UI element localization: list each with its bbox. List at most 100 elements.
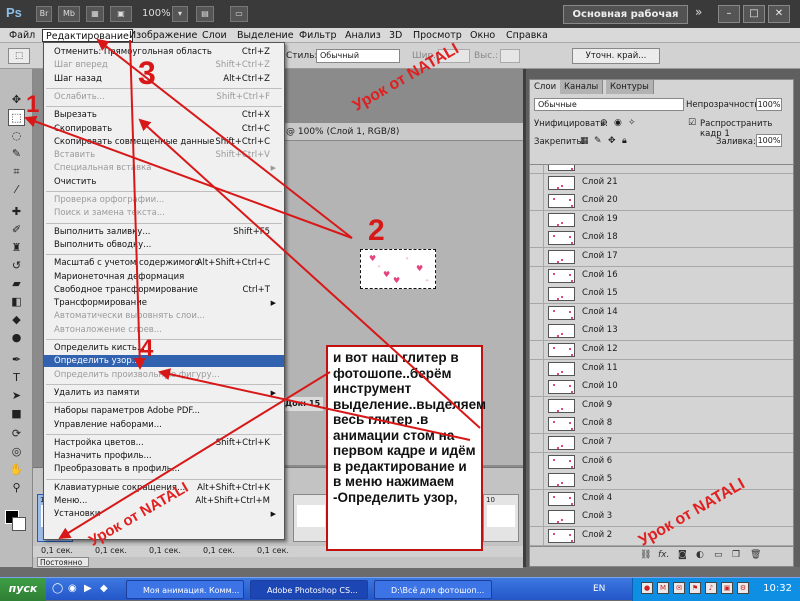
menu-help[interactable]: Справка — [503, 29, 551, 42]
menu-filter[interactable]: Фильтр — [296, 29, 340, 42]
visibility-eye-icon[interactable] — [530, 508, 544, 526]
visibility-eye-icon[interactable] — [530, 267, 544, 285]
tray-app-icon[interactable]: M — [657, 582, 669, 594]
unify-style-icon[interactable]: ✧ — [628, 118, 636, 128]
menu-file[interactable]: Файл — [6, 29, 38, 42]
history-brush-tool-icon[interactable]: ↺ — [8, 257, 25, 274]
lasso-tool-icon[interactable]: ◌ — [8, 127, 25, 144]
edit-menu-item[interactable]: Наборы параметров Adobe PDF... — [54, 405, 282, 417]
edit-menu-item[interactable]: Масштаб с учетом содержимогоAlt+Shift+Ct… — [54, 257, 282, 269]
edit-menu-item[interactable]: Назначить профиль... — [54, 450, 282, 462]
refine-edge-button[interactable]: Уточн. край... — [572, 48, 660, 64]
edit-menu-item[interactable]: Проверка орфографии... — [54, 194, 282, 206]
maximize-button[interactable]: □ — [743, 5, 765, 23]
visibility-eye-icon[interactable] — [530, 378, 544, 396]
firefox-icon[interactable]: ◉ — [68, 583, 77, 594]
quick-selection-tool-icon[interactable]: ✎ — [8, 145, 25, 162]
move-tool-icon[interactable]: ✥ — [8, 91, 25, 108]
zoom-tool-icon[interactable]: ⚲ — [8, 479, 25, 496]
layer-row[interactable]: Слой 7 — [530, 434, 793, 453]
edit-menu-item[interactable]: Автоматически выровнять слои... — [54, 310, 282, 322]
zoom-dropdown-icon[interactable]: ▾ — [172, 6, 188, 22]
more-workspaces-icon[interactable]: » — [695, 5, 702, 19]
path-selection-tool-icon[interactable]: ➤ — [8, 387, 25, 404]
lock-position-icon[interactable]: ✥ — [608, 136, 616, 146]
height-field[interactable] — [500, 49, 520, 63]
3d-camera-tool-icon[interactable]: ◎ — [8, 443, 25, 460]
tab-paths[interactable]: Контуры — [606, 80, 654, 94]
arrange-documents-icon[interactable]: ▤ — [196, 6, 214, 22]
visibility-eye-icon[interactable] — [530, 285, 544, 303]
visibility-eye-icon[interactable] — [530, 304, 544, 322]
lock-pixels-icon[interactable]: ✎ — [594, 136, 602, 146]
dodge-tool-icon[interactable]: ● — [8, 329, 25, 346]
menu-edit[interactable]: Редактирование — [42, 29, 133, 42]
menu-window[interactable]: Окно — [467, 29, 498, 42]
edit-menu-item[interactable]: Поиск и замена текста... — [54, 207, 282, 219]
visibility-eye-icon[interactable] — [530, 397, 544, 415]
layer-row[interactable]: Слой 15 — [530, 285, 793, 304]
layer-row[interactable]: Слой 12 — [530, 341, 793, 360]
edit-menu-item[interactable]: Специальная вставка▶ — [54, 162, 282, 174]
tray-app-icon[interactable]: ⚑ — [689, 582, 701, 594]
visibility-eye-icon[interactable] — [530, 322, 544, 340]
pen-tool-icon[interactable]: ✒ — [8, 351, 25, 368]
edit-menu-item[interactable]: ВырезатьCtrl+X — [54, 109, 282, 121]
edit-menu-item[interactable]: Скопировать совмещенные данныеShift+Ctrl… — [54, 136, 282, 148]
layer-style-icon[interactable]: fx. — [658, 550, 669, 560]
frame-delay[interactable]: 0,1 сек. — [95, 546, 127, 555]
marquee-preset-icon[interactable]: ⬚ — [8, 48, 30, 64]
frame-delay[interactable]: 0,1 сек. — [257, 546, 289, 555]
edit-menu-item[interactable]: Очистить — [54, 176, 282, 188]
layer-row[interactable]: Слой 10 — [530, 378, 793, 397]
layer-row[interactable]: Слой 8 — [530, 415, 793, 434]
edit-menu-item[interactable]: Отменить: Прямоугольная областьCtrl+Z — [54, 46, 282, 58]
rectangular-marquee-tool-icon[interactable]: ⬚ — [8, 109, 25, 126]
tray-app-icon[interactable]: ⚙ — [737, 582, 749, 594]
blend-mode-select[interactable]: Обычные — [534, 98, 684, 111]
frame-delay[interactable]: 0,1 сек. — [41, 546, 73, 555]
edit-menu-item[interactable]: Удалить из памяти▶ — [54, 387, 282, 399]
tray-app-icon[interactable]: ✉ — [673, 582, 685, 594]
visibility-eye-icon[interactable] — [530, 211, 544, 229]
workspace-switcher[interactable]: Основная рабочая среда — [563, 5, 688, 24]
zoom-level[interactable]: 100% — [142, 8, 171, 19]
healing-brush-tool-icon[interactable]: ✚ — [8, 203, 25, 220]
edit-menu-item[interactable]: Шаг впередShift+Ctrl+Z — [54, 59, 282, 71]
crop-tool-icon[interactable]: ⌗ — [8, 163, 25, 180]
opacity-field[interactable]: 100% — [756, 98, 782, 111]
tray-app-icon[interactable]: ● — [641, 582, 653, 594]
edit-menu-item[interactable]: Ослабить...Shift+Ctrl+F — [54, 91, 282, 103]
layer-row[interactable]: Слой 14 — [530, 304, 793, 323]
propagate-checkbox[interactable]: ☑ — [688, 118, 696, 128]
layer-row[interactable]: Слой 5 — [530, 471, 793, 490]
edit-menu-item[interactable]: Выполнить заливку...Shift+F5 — [54, 226, 282, 238]
animation-frame[interactable] — [293, 494, 329, 542]
edit-menu-item[interactable]: СкопироватьCtrl+C — [54, 123, 282, 135]
edit-menu-item[interactable]: Шаг назадAlt+Ctrl+Z — [54, 73, 282, 85]
view-extras-icon[interactable]: ▣ — [110, 6, 132, 22]
edit-menu-item[interactable]: Марионеточная деформация — [54, 271, 282, 283]
new-group-icon[interactable]: ▭ — [714, 550, 723, 560]
unify-visibility-icon[interactable]: ◉ — [614, 118, 622, 128]
edit-menu-item[interactable]: Свободное трансформированиеCtrl+T — [54, 284, 282, 296]
visibility-eye-icon[interactable] — [530, 360, 544, 378]
frame-delay[interactable]: 0,1 сек. — [149, 546, 181, 555]
menu-view[interactable]: Просмотр — [410, 29, 465, 42]
lock-all-icon[interactable]: 🔒︎ — [622, 136, 627, 146]
opera-icon[interactable]: ◯ — [52, 583, 63, 594]
visibility-eye-icon[interactable] — [530, 415, 544, 433]
loop-select[interactable]: Постоянно — [37, 557, 89, 567]
menu-select[interactable]: Выделение — [234, 29, 297, 42]
mini-bridge-button[interactable]: Mb — [58, 6, 80, 22]
frame-delay[interactable]: 0,1 сек. — [203, 546, 235, 555]
edit-menu-item[interactable]: Определить кисть... — [54, 342, 282, 354]
blur-tool-icon[interactable]: ◆ — [8, 311, 25, 328]
visibility-eye-icon[interactable] — [530, 229, 544, 247]
tab-layers[interactable]: Слои — [530, 80, 561, 94]
edit-menu-item[interactable]: Определить узор... — [44, 355, 284, 367]
task-explorer[interactable]: D:\Всё для фотошоп... — [374, 580, 492, 599]
visibility-eye-icon[interactable] — [530, 192, 544, 210]
layer-row[interactable]: Слой 18 — [530, 229, 793, 248]
animation-frame[interactable]: 10 — [483, 494, 519, 542]
